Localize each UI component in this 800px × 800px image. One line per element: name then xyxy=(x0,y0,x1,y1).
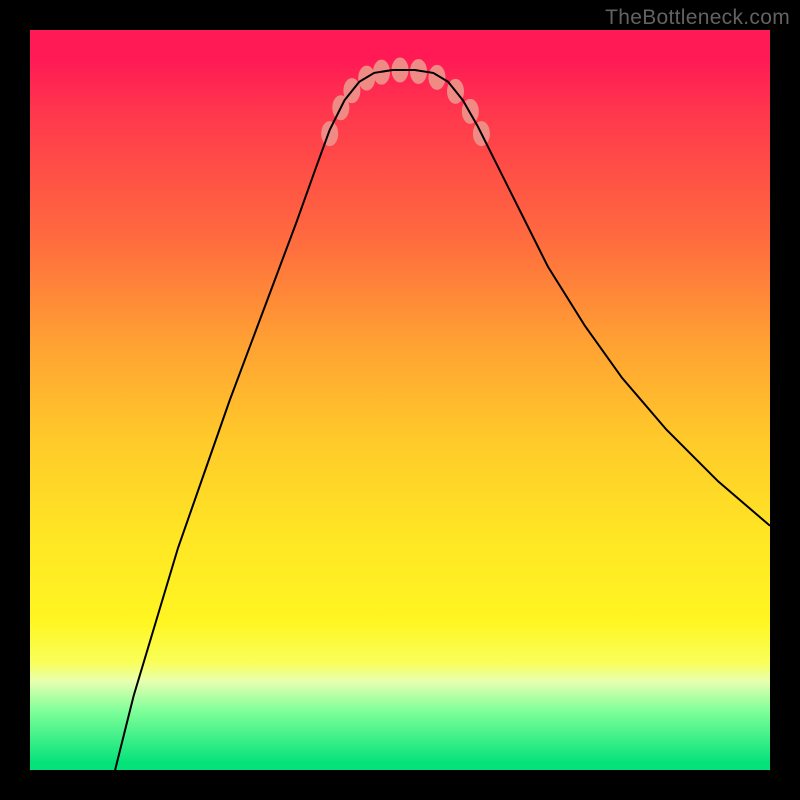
curve-layer xyxy=(30,30,770,770)
plot-area xyxy=(30,30,770,770)
marker-0 xyxy=(322,122,338,146)
bottleneck-curve xyxy=(115,70,770,770)
watermark-text: TheBottleneck.com xyxy=(605,6,790,30)
chart-container: TheBottleneck.com xyxy=(0,0,800,800)
